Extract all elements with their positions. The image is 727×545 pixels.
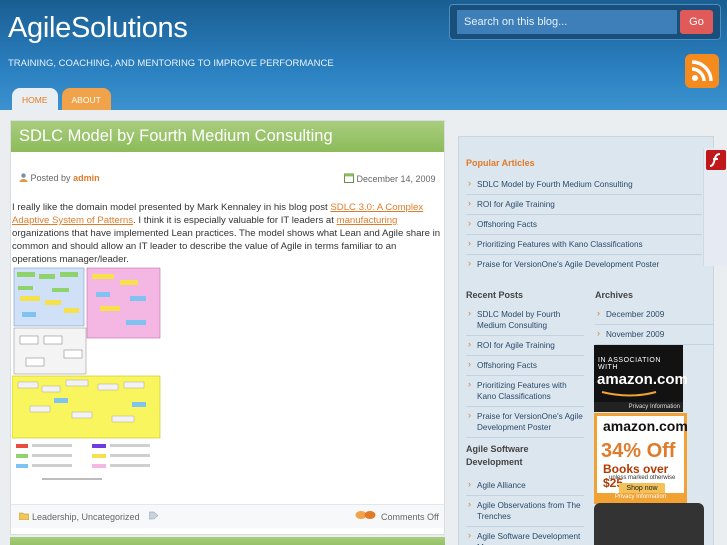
blogroll-item[interactable]: Agile Software Development M... [466,527,584,545]
folder-icon [18,512,30,521]
rss-feed-icon[interactable] [685,54,719,88]
post-date-meta: December 14, 2009 [344,173,436,184]
next-post-title-bar [10,537,445,545]
post-text: . I think it is especially valuable for … [133,215,337,226]
popular-item[interactable]: SDLC Model by Fourth Medium Consulting [466,175,702,195]
recent-post-item[interactable]: Prioritizing Features with Kano Classifi… [466,376,584,407]
discount-text: 34% Off [601,440,676,462]
tab-home[interactable]: HOME [12,88,58,112]
recent-posts-heading: Recent Posts [466,290,524,300]
nav-tabs: HOME ABOUT [12,88,111,112]
amazon-logo: amazon.com [603,418,688,434]
recent-post-item[interactable]: Offshoring Facts [466,356,584,376]
post-author-meta: Posted by admin [19,173,100,183]
dark-widget-box [594,503,704,545]
agile-dev-links-list: Agile Alliance Agile Observations from T… [466,476,584,545]
ad-fineprint: unless marked otherwise [609,475,676,481]
popular-item[interactable]: Prioritizing Features with Kano Classifi… [466,235,702,255]
tab-about[interactable]: ABOUT [61,88,111,112]
popular-item[interactable]: Offshoring Facts [466,215,702,235]
sdlc-model-diagram-image[interactable] [11,266,162,486]
comments-icon [355,510,377,521]
post-text: I really like the domain model presented… [12,202,331,213]
popular-item[interactable]: ROI for Agile Training [466,195,702,215]
manufacturing-link[interactable]: manufacturing [337,215,398,226]
amazon-privacy-link[interactable]: Privacy Information [597,493,684,501]
post-date: December 14, 2009 [356,174,436,184]
search-input[interactable] [457,10,677,34]
amazon-ad-top-text: IN ASSOCIATION WITH [598,357,661,371]
search-go-button[interactable]: Go [680,10,713,34]
site-tagline: TRAINING, COACHING, AND MENTORING TO IMP… [8,58,334,69]
calendar-icon [344,173,354,183]
recent-post-item[interactable]: ROI for Agile Training [466,336,584,356]
popular-articles-heading: Popular Articles [466,158,535,168]
post-author-link[interactable]: admin [73,173,100,183]
archive-item[interactable]: December 2009 [595,305,713,325]
site-header: AgileSolutions TRAINING, COACHING, AND M… [0,0,727,112]
archive-item[interactable]: November 2009 [595,325,713,345]
flash-widget[interactable] [703,148,727,266]
popular-item[interactable]: Praise for VersionOne's Agile Developmen… [466,255,702,274]
comments-status: Comments Off [381,512,439,522]
recent-posts-list: SDLC Model by Fourth Medium Consulting R… [466,305,584,438]
recent-post-item[interactable]: Praise for VersionOne's Agile Developmen… [466,407,584,438]
tag-icon [148,511,159,520]
post-categories[interactable]: Leadership, Uncategorized [32,512,140,522]
posted-by-label: Posted by [30,173,71,183]
amazon-associate-ad[interactable]: IN ASSOCIATION WITH amazon.com Privacy I… [594,345,688,412]
archives-list: December 2009 November 2009 [595,305,713,345]
amazon-books-ad[interactable]: amazon.com 34% Off Books over $25 unless… [594,413,688,504]
post-text: organizations that have implemented Lean… [12,228,441,265]
popular-articles-list: SDLC Model by Fourth Medium Consulting R… [466,175,702,274]
site-title[interactable]: AgileSolutions [8,12,188,45]
post-footer: Leadership, Uncategorized Comments Off [11,504,444,528]
blogroll-item[interactable]: Agile Observations from The Trenches [466,496,584,527]
amazon-privacy-link[interactable]: Privacy Information [594,402,683,412]
search-box: Go [449,4,721,40]
agile-dev-heading: Agile Software Development [466,444,529,467]
user-icon [19,173,28,182]
blogroll-item[interactable]: Agile Alliance [466,476,584,496]
recent-post-item[interactable]: SDLC Model by Fourth Medium Consulting [466,305,584,336]
archives-heading: Archives [595,290,634,300]
post-body: I really like the domain model presented… [12,201,442,266]
post-title[interactable]: SDLC Model by Fourth Medium Consulting [11,121,444,152]
flash-icon [706,150,726,170]
amazon-logo: amazon.com [597,371,688,388]
amazon-smile-icon [601,391,657,397]
blog-post: SDLC Model by Fourth Medium Consulting P… [10,120,445,535]
